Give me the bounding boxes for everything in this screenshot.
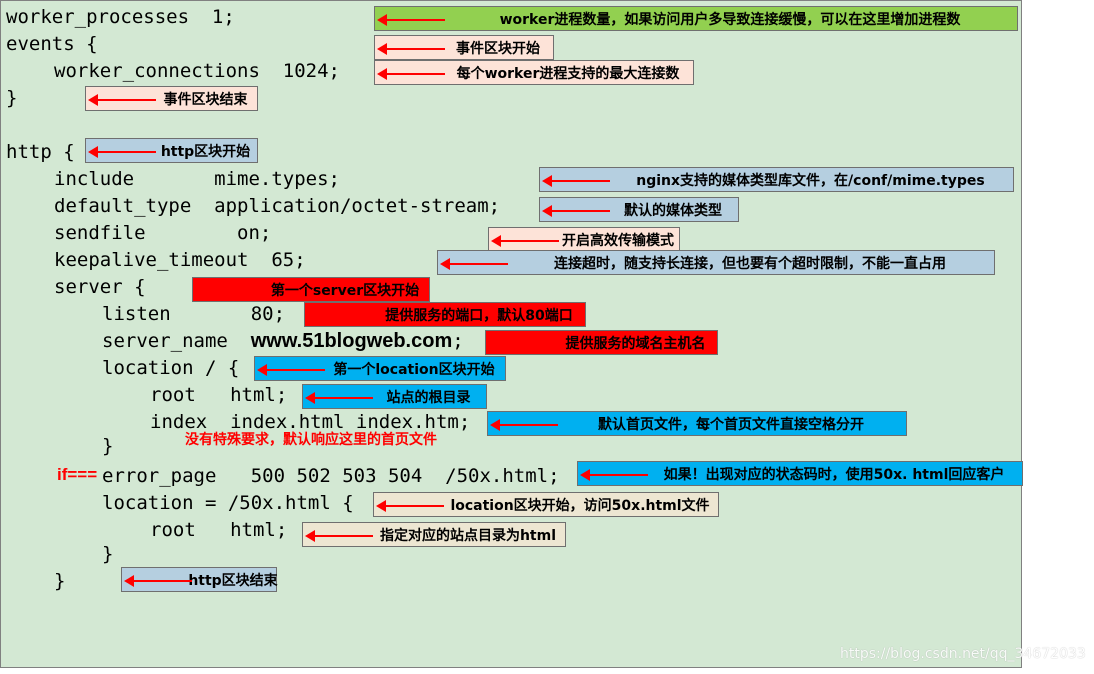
code-line-worker-processes: worker_processes 1; — [6, 6, 235, 28]
code-line-server-name: server_name www.51blogweb.com; — [102, 330, 464, 352]
server-name-keyword: server_name — [102, 330, 251, 352]
note-text: 默认的媒体类型 — [624, 202, 722, 219]
if-marker-label: if=== — [57, 465, 98, 484]
code-line-events-close: } — [6, 87, 18, 109]
arrow-left-icon — [377, 13, 445, 26]
code-line-sendfile: sendfile on; — [54, 222, 272, 244]
note-http-start: http区块开始 — [85, 138, 258, 163]
config-diagram-panel: worker_processes 1; events { worker_conn… — [0, 0, 1023, 668]
arrow-left-icon — [305, 529, 373, 542]
note-text: 事件区块开始 — [456, 40, 540, 57]
arrow-left-icon — [307, 309, 375, 322]
note-text: nginx支持的媒体类型库文件，在/conf/mime.types — [636, 172, 985, 189]
arrow-left-icon — [542, 174, 610, 187]
note-server-name: 提供服务的域名主机名 — [485, 330, 718, 355]
note-text: 每个worker进程支持的最大连接数 — [456, 65, 680, 82]
arrow-left-icon — [88, 93, 156, 106]
arrow-left-icon — [88, 145, 156, 158]
code-line-location-50x-close: } — [102, 543, 114, 565]
note-text: 第一个server区块开始 — [270, 282, 420, 299]
note-events-start: 事件区块开始 — [374, 35, 554, 60]
arrow-left-icon — [376, 499, 444, 512]
note-keepalive: 连接超时，随支持长连接，但也要有个超时限制，不能一直占用 — [437, 250, 995, 275]
arrow-left-icon — [124, 574, 192, 587]
note-index-default: 没有特殊要求，默认响应这里的首页文件 — [185, 432, 437, 448]
note-text: 提供服务的端口，默认80端口 — [385, 307, 573, 324]
note-worker-connections: 每个worker进程支持的最大连接数 — [374, 60, 694, 85]
arrow-left-icon — [490, 418, 558, 431]
note-default-type: 默认的媒体类型 — [539, 197, 739, 222]
note-text: 指定对应的站点目录为html — [379, 527, 557, 544]
note-listen: 提供服务的端口，默认80端口 — [304, 302, 586, 327]
code-line-include: include mime.types; — [54, 168, 340, 190]
note-error-page: 如果！出现对应的状态码时，使用50x. html回应客户 — [577, 461, 1023, 486]
note-text: worker进程数量，如果访问用户多导致连接缓慢，可以在这里增加进程数 — [499, 11, 961, 28]
note-root: 站点的根目录 — [302, 384, 487, 409]
note-text: http区块开始 — [160, 143, 251, 160]
code-line-keepalive: keepalive_timeout 65; — [54, 249, 306, 271]
note-root-50x: 指定对应的站点目录为html — [302, 522, 566, 547]
arrow-left-icon — [488, 337, 556, 350]
note-location-start: 第一个location区块开始 — [254, 356, 506, 381]
note-sendfile: 开启高效传输模式 — [488, 227, 680, 252]
code-line-location-close: } — [102, 435, 114, 457]
note-events-end: 事件区块结束 — [85, 86, 258, 111]
server-name-semicolon: ; — [452, 330, 464, 352]
note-text: 连接超时，随支持长连接，但也要有个超时限制，不能一直占用 — [554, 255, 946, 272]
note-text: location区块开始，访问50x.html文件 — [450, 497, 710, 514]
arrow-left-icon — [195, 284, 263, 297]
note-text: 默认首页文件，每个首页文件直接空格分开 — [598, 416, 864, 433]
code-line-http-open: http { — [6, 141, 75, 163]
arrow-left-icon — [377, 67, 445, 80]
note-server-start: 第一个server区块开始 — [192, 277, 430, 302]
code-line-location-50x: location = /50x.html { — [102, 492, 354, 514]
note-text: 开启高效传输模式 — [562, 232, 674, 249]
note-index: 默认首页文件，每个首页文件直接空格分开 — [487, 411, 907, 436]
note-http-end: http区块结束 — [121, 567, 278, 592]
code-line-error-page: error_page 500 502 503 504 /50x.html; — [102, 465, 560, 487]
code-line-root-50x: root html; — [150, 519, 288, 541]
arrow-left-icon — [305, 391, 373, 404]
code-line-worker-connections: worker_connections 1024; — [54, 60, 340, 82]
code-line-default-type: default_type application/octet-stream; — [54, 195, 501, 217]
note-mime-types: nginx支持的媒体类型库文件，在/conf/mime.types — [539, 167, 1014, 192]
code-line-events-open: events { — [6, 33, 98, 55]
note-text: 提供服务的域名主机名 — [565, 335, 706, 352]
code-line-listen: listen 80; — [102, 303, 286, 325]
note-text: 如果！出现对应的状态码时，使用50x. html回应客户 — [663, 466, 1005, 483]
note-text: 第一个location区块开始 — [333, 361, 495, 378]
code-line-location-root: location / { — [102, 357, 240, 379]
note-worker-processes: worker进程数量，如果访问用户多导致连接缓慢，可以在这里增加进程数 — [374, 6, 1018, 31]
arrow-left-icon — [257, 363, 325, 376]
arrow-left-icon — [542, 204, 610, 217]
arrow-left-icon — [580, 468, 648, 481]
arrow-left-icon — [491, 234, 559, 247]
note-text: 事件区块结束 — [163, 91, 248, 108]
server-name-domain: www.51blogweb.com — [250, 330, 453, 352]
arrow-left-icon — [377, 42, 445, 55]
code-line-server-open: server { — [54, 276, 146, 298]
note-text: http区块结束 — [188, 572, 278, 589]
watermark: https://blog.csdn.net/qq_34672033 — [840, 646, 1086, 662]
arrow-left-icon — [440, 257, 508, 270]
note-text: 站点的根目录 — [386, 389, 471, 406]
code-line-http-close: } — [54, 570, 66, 592]
note-location-50x: location区块开始，访问50x.html文件 — [373, 492, 719, 517]
code-line-root: root html; — [150, 384, 288, 406]
